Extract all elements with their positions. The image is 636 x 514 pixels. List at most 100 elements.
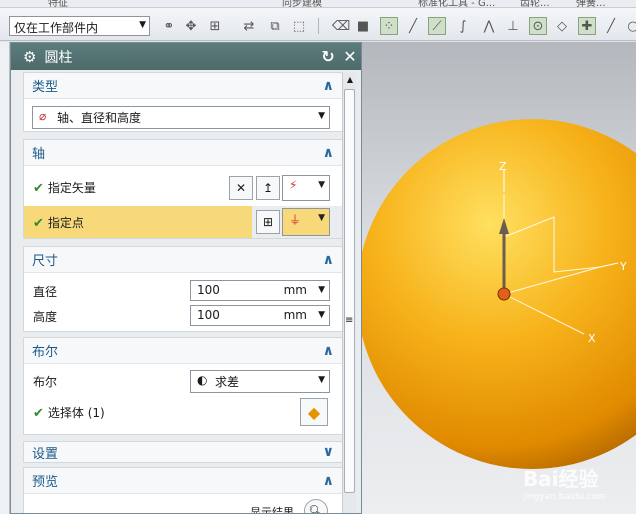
specify-point-row[interactable]: ✔ 指定点 ⊞ ⏚ ▼ bbox=[24, 206, 344, 238]
subtract-icon: ◐ bbox=[197, 373, 208, 387]
dimensions-section-header[interactable]: 尺寸 ∧ bbox=[24, 247, 342, 273]
point-type-dropdown[interactable]: ⏚ ▼ bbox=[282, 208, 330, 236]
close-icon[interactable]: ✕ bbox=[339, 47, 361, 66]
specify-vector-label: 指定矢量 bbox=[47, 181, 96, 195]
type-section-header[interactable]: 类型 ∧ bbox=[24, 73, 342, 99]
boolean-row: 布尔 ◐ 求差 ▼ bbox=[24, 368, 342, 396]
watermark-url: jingyan.baidu.com bbox=[522, 492, 606, 502]
check-icon: ✔ bbox=[33, 216, 44, 231]
watermark-text: Bai经验 bbox=[522, 467, 599, 491]
scrollbar-thumb[interactable] bbox=[344, 89, 355, 493]
midpoint-icon[interactable]: ⟋ bbox=[428, 17, 446, 35]
boolean-section: 布尔 ∧ 布尔 ◐ 求差 ▼ ✔ 选择体 (1) ◆ bbox=[23, 337, 343, 435]
intersection-icon[interactable]: ⊥ bbox=[504, 17, 522, 35]
dialog-title: 圆柱 bbox=[44, 49, 73, 66]
existing-point-icon[interactable]: ✚ bbox=[578, 17, 596, 35]
z-axis-label: Z bbox=[499, 160, 507, 173]
select-body-label: 选择体 (1) bbox=[47, 406, 105, 420]
select-body-row[interactable]: ✔ 选择体 (1) ◆ bbox=[24, 396, 342, 428]
menu-item[interactable]: 同步建模 bbox=[282, 0, 322, 7]
eraser-icon[interactable]: ⌫ bbox=[332, 17, 350, 35]
copy-icon[interactable]: ⧉ bbox=[266, 17, 284, 35]
chevron-up-icon[interactable]: ▲ bbox=[343, 73, 357, 87]
chevron-down-icon: ∨ bbox=[322, 444, 334, 460]
chevron-down-icon: ▼ bbox=[318, 375, 325, 385]
scene: Z Y X bbox=[362, 119, 636, 469]
dashed-box-icon[interactable]: ⬚ bbox=[290, 17, 308, 35]
quadrant-icon[interactable]: ◇ bbox=[553, 17, 571, 35]
chevron-up-icon: ∧ bbox=[322, 144, 334, 161]
type-dropdown[interactable]: ⌀ 轴、直径和高度 ▼ bbox=[32, 106, 330, 129]
selection-scope-dropdown[interactable]: 仅在工作部件内 ▼ bbox=[9, 16, 150, 36]
snap-points-icon[interactable]: ⁘ bbox=[380, 17, 398, 35]
dimensions-section: 尺寸 ∧ 直径 100 mm ▼ 高度 100 mm ▼ bbox=[23, 246, 343, 332]
height-row: 高度 100 mm ▼ bbox=[24, 303, 342, 328]
endpoint-icon[interactable]: ╱ bbox=[404, 17, 422, 35]
navigator-edge bbox=[0, 42, 10, 514]
chevron-down-icon: ▼ bbox=[139, 20, 146, 30]
chevron-down-icon: ▼ bbox=[318, 111, 325, 121]
preview-section-header[interactable]: 预览 ∧ bbox=[24, 468, 342, 494]
axis-section-header[interactable]: 轴 ∧ bbox=[24, 140, 342, 166]
point-on-curve-icon[interactable]: ╱ bbox=[602, 17, 620, 35]
selection-toolbar: 仅在工作部件内 ▼ ⚭ ✥ ⊞ ⇄ ⧉ ⬚ ⌫ ■ ⁘ ╱ ⟋ ∫ ⋀ ⊥ ⊙ … bbox=[0, 8, 636, 41]
specify-vector-row[interactable]: ✔ 指定矢量 ✕ ↥ ⚡ ▼ bbox=[24, 174, 342, 202]
boolean-section-header[interactable]: 布尔 ∧ bbox=[24, 338, 342, 364]
origin-point[interactable] bbox=[497, 287, 511, 301]
dialog-scrollbar[interactable]: ▲ ≡ bbox=[342, 73, 356, 513]
reverse-direction-button[interactable]: ✕ bbox=[229, 176, 253, 200]
reset-icon[interactable]: ↻ bbox=[317, 47, 339, 66]
dimensions-section-title: 尺寸 bbox=[32, 254, 59, 269]
dialog-title-bar[interactable]: ⚙ 圆柱 ↻ ✕ bbox=[11, 43, 361, 70]
show-result-row: 显示结果 🔍︎ bbox=[24, 494, 342, 513]
chevron-up-icon: ∧ bbox=[322, 251, 334, 268]
settings-section-header[interactable]: 设置 ∨ bbox=[24, 442, 342, 462]
move-icon[interactable]: ✥ bbox=[182, 17, 200, 35]
menu-item[interactable]: 标准化工具 - G... bbox=[418, 0, 495, 7]
show-result-button[interactable]: 🔍︎ bbox=[304, 499, 328, 513]
graphics-viewport[interactable]: Z Y X Bai经验 jingyan.baidu.com bbox=[362, 42, 636, 514]
type-section: 类型 ∧ ⌀ 轴、直径和高度 ▼ bbox=[23, 72, 343, 132]
diameter-field[interactable]: 100 mm ▼ bbox=[190, 280, 330, 301]
settings-section: 设置 ∨ bbox=[23, 441, 343, 463]
specify-point-label: 指定点 bbox=[47, 216, 84, 230]
more-icon[interactable]: ○ bbox=[624, 17, 636, 35]
chevron-down-icon: ▼ bbox=[318, 285, 325, 295]
snap-icon[interactable]: ⚭ bbox=[160, 17, 178, 35]
selection-scope-value: 仅在工作部件内 bbox=[14, 21, 99, 35]
height-unit: mm bbox=[283, 308, 307, 322]
select-body-button[interactable]: ◆ bbox=[300, 398, 328, 426]
x-axis-label: X bbox=[588, 332, 596, 345]
chevron-up-icon: ∧ bbox=[322, 77, 334, 94]
diameter-row: 直径 100 mm ▼ bbox=[24, 278, 342, 303]
chevron-up-icon: ∧ bbox=[322, 342, 334, 359]
menu-item[interactable]: 齿轮... bbox=[520, 0, 550, 7]
watermark: Bai经验 jingyan.baidu.com bbox=[523, 463, 606, 502]
boolean-label: 布尔 bbox=[33, 375, 58, 389]
solid-cube-icon[interactable]: ■ bbox=[354, 17, 372, 35]
chevron-up-icon: ∧ bbox=[322, 472, 334, 489]
flip-icon[interactable]: ⇄ bbox=[240, 17, 258, 35]
menu-item[interactable]: 弹簧... bbox=[576, 0, 606, 7]
polyline-icon[interactable]: ⋀ bbox=[480, 17, 498, 35]
curve-icon[interactable]: ∫ bbox=[454, 17, 472, 35]
type-value: 轴、直径和高度 bbox=[57, 111, 142, 125]
diameter-label: 直径 bbox=[33, 285, 58, 299]
point-constructor-button[interactable]: ⊞ bbox=[256, 210, 280, 234]
preview-section: 预览 ∧ 显示结果 🔍︎ bbox=[23, 467, 343, 513]
check-icon: ✔ bbox=[33, 181, 44, 196]
boolean-value: 求差 bbox=[215, 375, 240, 389]
boolean-dropdown[interactable]: ◐ 求差 ▼ bbox=[190, 370, 330, 393]
arc-center-icon[interactable]: ⊙ bbox=[529, 17, 547, 35]
toolbar-divider bbox=[318, 18, 319, 34]
chevron-down-icon: ▼ bbox=[318, 213, 325, 223]
cylinder-type-icon: ⌀ bbox=[39, 109, 47, 123]
gear-icon: ⚙ bbox=[23, 47, 37, 66]
point-constructor-icon[interactable]: ⊞ bbox=[206, 17, 224, 35]
preview-section-title: 预览 bbox=[32, 475, 59, 490]
vector-constructor-button[interactable]: ↥ bbox=[256, 176, 280, 200]
height-field[interactable]: 100 mm ▼ bbox=[190, 305, 330, 326]
vector-type-dropdown[interactable]: ⚡ ▼ bbox=[282, 175, 330, 201]
boolean-section-title: 布尔 bbox=[32, 345, 59, 360]
menu-item[interactable]: 特征 bbox=[48, 0, 68, 7]
